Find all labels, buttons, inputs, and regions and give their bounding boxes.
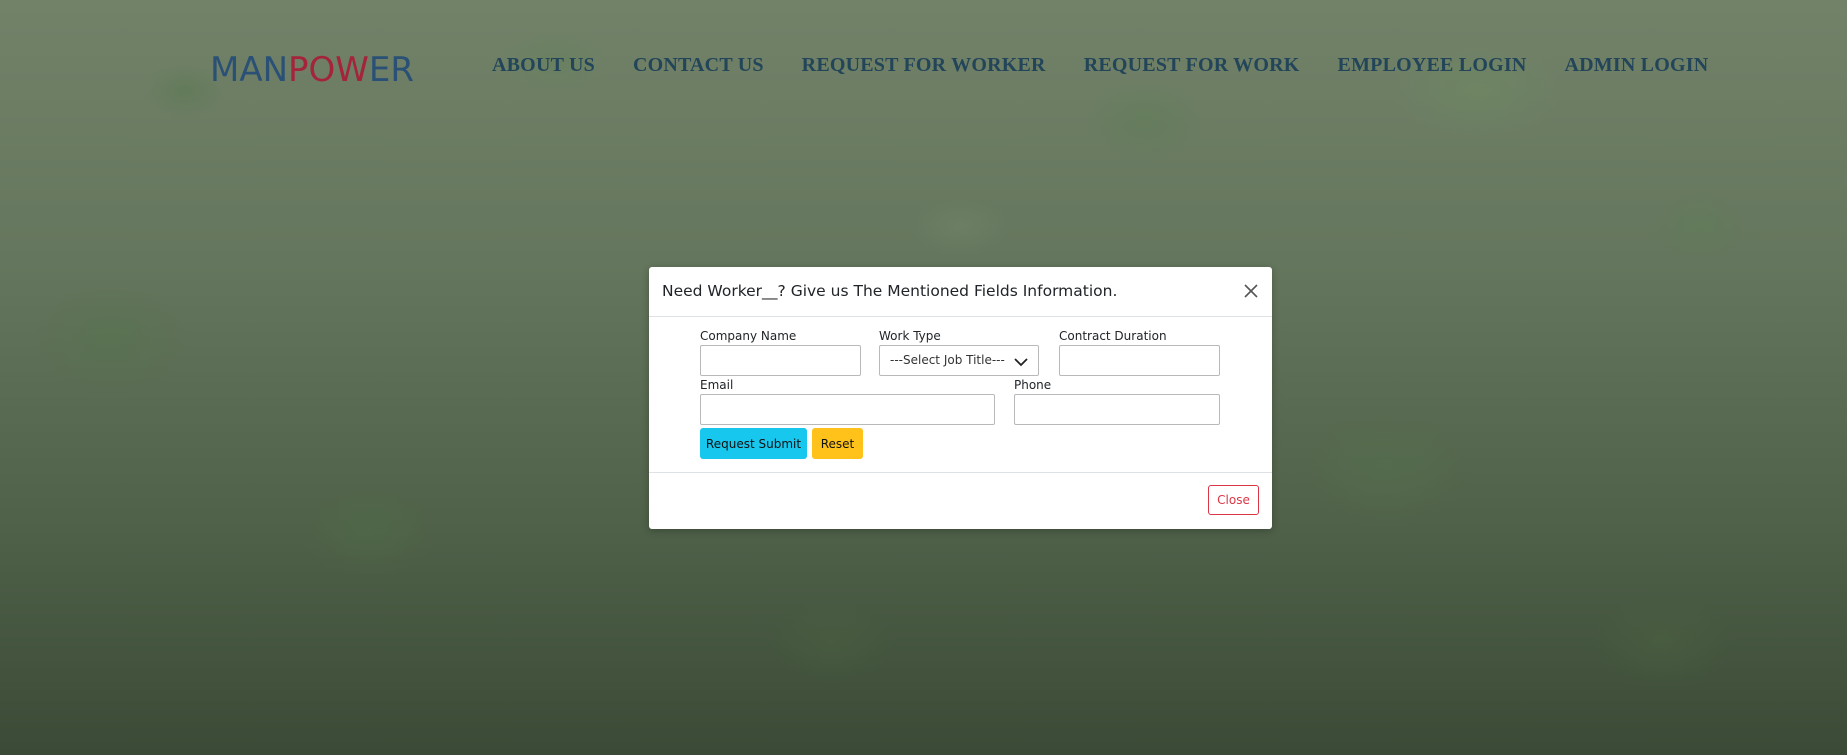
nav-request-for-worker[interactable]: REQUEST FOR WORKER: [802, 54, 1046, 77]
email-group: Email: [700, 378, 995, 425]
logo-part-man: MAN: [210, 50, 289, 90]
contract-duration-input[interactable]: [1059, 345, 1220, 376]
chevron-down-icon: [1014, 355, 1028, 373]
phone-input[interactable]: [1014, 394, 1220, 425]
modal-header: Need Worker__? Give us The Mentioned Fie…: [649, 267, 1272, 317]
nav-contact-us[interactable]: CONTACT US: [633, 54, 764, 77]
modal-title: Need Worker__? Give us The Mentioned Fie…: [662, 282, 1118, 300]
logo-part-er: ER: [368, 50, 415, 90]
request-submit-button[interactable]: Request Submit: [700, 428, 807, 459]
site-logo[interactable]: MANPOWER: [210, 50, 414, 90]
company-name-label: Company Name: [700, 329, 797, 343]
nav-employee-login[interactable]: EMPLOYEE LOGIN: [1338, 54, 1527, 77]
company-name-input[interactable]: [700, 345, 861, 376]
top-navbar: MANPOWER ABOUT US CONTACT US REQUEST FOR…: [0, 0, 1847, 140]
phone-label: Phone: [1014, 378, 1052, 392]
contract-duration-group: Contract Duration: [1059, 329, 1220, 376]
contract-duration-label: Contract Duration: [1059, 329, 1167, 343]
work-type-label: Work Type: [879, 329, 941, 343]
phone-group: Phone: [1014, 378, 1220, 425]
request-worker-modal: Need Worker__? Give us The Mentioned Fie…: [649, 267, 1272, 529]
close-button[interactable]: Close: [1208, 485, 1259, 515]
nav-about-us[interactable]: ABOUT US: [492, 54, 595, 77]
email-label: Email: [700, 378, 734, 392]
modal-footer: Close: [649, 472, 1272, 530]
logo-part-pow: POW: [288, 50, 369, 90]
nav-admin-login[interactable]: ADMIN LOGIN: [1564, 54, 1708, 77]
close-x-icon[interactable]: [1240, 280, 1262, 302]
reset-button[interactable]: Reset: [812, 428, 863, 459]
main-nav: ABOUT US CONTACT US REQUEST FOR WORKER R…: [492, 54, 1708, 77]
nav-request-for-work[interactable]: REQUEST FOR WORK: [1084, 54, 1300, 77]
email-input[interactable]: [700, 394, 995, 425]
work-type-group: Work Type ---Select Job Title---: [879, 329, 1039, 376]
company-name-group: Company Name: [700, 329, 861, 376]
modal-body: Company Name Work Type ---Select Job Tit…: [649, 317, 1272, 459]
work-type-select[interactable]: ---Select Job Title---: [879, 345, 1039, 376]
work-type-selected-value: ---Select Job Title---: [890, 353, 1005, 367]
